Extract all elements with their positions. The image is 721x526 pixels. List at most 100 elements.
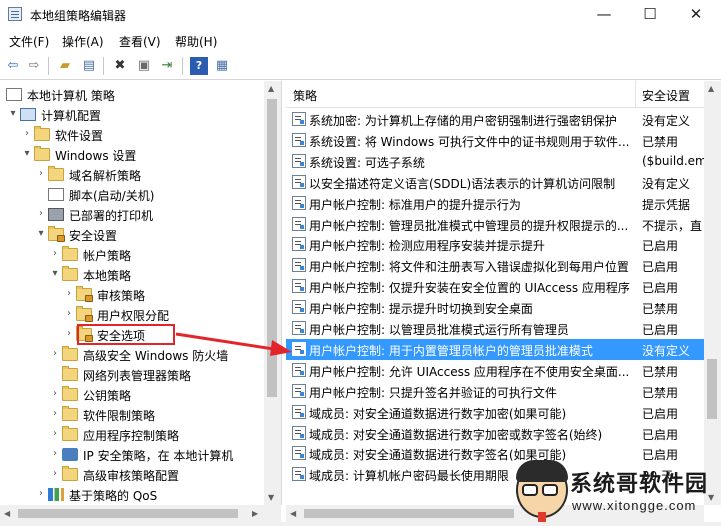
back-arrow-icon[interactable]: ⇦	[4, 57, 22, 75]
tree-item-audit-policy[interactable]: › 审核策略	[0, 285, 265, 305]
tree-item-firewall[interactable]: › 高级安全 Windows 防火墙	[0, 345, 265, 365]
policy-row[interactable]: 用户帐户控制: 标准用户的提升提示行为 提示凭据	[286, 193, 706, 214]
tree-hscroll-thumb[interactable]	[18, 509, 238, 518]
policy-row[interactable]: 以安全描述符定义语言(SDDL)语法表示的计算机访问限制 没有定义	[286, 172, 706, 193]
column-header-security-setting[interactable]: 安全设置	[642, 87, 690, 104]
tree-item-label: 审核策略	[97, 289, 146, 303]
policy-row[interactable]: 用户帐户控制: 检测应用程序安装并提示提升 已启用	[286, 234, 706, 255]
menu-action[interactable]: 操作(A)	[62, 33, 104, 50]
policy-row[interactable]: 用户帐户控制: 只提升签名并验证的可执行文件 已禁用	[286, 381, 706, 402]
tree-horizontal-scrollbar[interactable]: ◀ ▶	[0, 505, 281, 522]
tree-scroll-thumb[interactable]	[267, 99, 277, 397]
menu-help[interactable]: 帮助(H)	[175, 33, 217, 50]
tree-item-public-key[interactable]: › 公钥策略	[0, 385, 265, 405]
collapse-arrow-icon[interactable]: ▾	[50, 268, 60, 279]
delete-icon[interactable]: ✖	[111, 57, 129, 75]
expand-arrow-icon[interactable]: ›	[64, 288, 74, 299]
policy-row[interactable]: 用户帐户控制: 用于内置管理员帐户的管理员批准模式 没有定义	[286, 338, 706, 360]
expand-arrow-icon[interactable]: ›	[22, 128, 32, 139]
expand-arrow-icon[interactable]: ›	[36, 168, 46, 179]
collapse-arrow-icon[interactable]: ▾	[8, 108, 18, 119]
policy-setting-icon	[292, 321, 306, 335]
tree-item-label: 计算机配置	[41, 109, 102, 123]
policy-row[interactable]: 域成员: 对安全通道数据进行数字加密(如果可能) 已启用	[286, 402, 706, 423]
scroll-down-icon[interactable]: ▼	[268, 493, 274, 502]
maximize-button[interactable]: ☐	[627, 0, 673, 30]
minimize-button[interactable]: —	[581, 0, 627, 30]
policy-row[interactable]: 系统设置: 可选子系统 ($build.em	[286, 151, 706, 172]
security-folder-icon	[48, 226, 65, 242]
expand-arrow-icon[interactable]: ›	[64, 308, 74, 319]
menu-file[interactable]: 文件(F)	[9, 33, 49, 50]
policy-row[interactable]: 用户帐户控制: 允许 UIAccess 应用程序在不使用安全桌面... 已禁用	[286, 360, 706, 381]
column-divider[interactable]	[635, 81, 636, 107]
expand-arrow-icon[interactable]: ›	[50, 468, 60, 479]
expand-arrow-icon[interactable]: ›	[50, 408, 60, 419]
show-hide-tree-icon[interactable]: ▤	[80, 57, 98, 75]
tree-item-app-control[interactable]: › 应用程序控制策略	[0, 425, 265, 445]
policy-row[interactable]: 用户帐户控制: 以管理员批准模式运行所有管理员 已启用	[286, 318, 706, 339]
collapse-arrow-icon[interactable]: ▾	[22, 148, 32, 159]
close-button[interactable]: ✕	[673, 0, 719, 30]
export-list-icon[interactable]: ⇥	[158, 57, 176, 75]
policy-setting-icon	[292, 404, 306, 419]
column-header-policy[interactable]: 策略	[293, 87, 317, 104]
tree-item-local-policy[interactable]: 本地计算机 策略	[0, 85, 265, 105]
collapse-arrow-icon[interactable]: ▾	[36, 228, 46, 239]
scroll-left-icon[interactable]: ◀	[4, 509, 10, 518]
policy-row[interactable]: 用户帐户控制: 将文件和注册表写入错误虚拟化到每用户位置 已启用	[286, 255, 706, 276]
tree-item-advanced-audit[interactable]: › 高级审核策略配置	[0, 465, 265, 485]
policy-name: 域成员: 对安全通道数据进行数字加密或数字签名(始终)	[309, 427, 603, 442]
policy-row[interactable]: 域成员: 对安全通道数据进行数字加密或数字签名(始终) 已启用	[286, 423, 706, 444]
tree-item-user-rights[interactable]: › 用户权限分配	[0, 305, 265, 325]
forward-arrow-icon[interactable]: ⇨	[25, 57, 43, 75]
properties-icon[interactable]: ▣	[135, 57, 153, 75]
expand-arrow-icon[interactable]: ›	[36, 488, 46, 499]
expand-arrow-icon[interactable]: ›	[50, 448, 60, 459]
expand-arrow-icon[interactable]: ›	[64, 328, 74, 339]
tree-item-dns-policy[interactable]: › 域名解析策略	[0, 165, 265, 185]
tree-item-security-settings[interactable]: ▾ 安全设置	[0, 225, 265, 245]
tree-vertical-scrollbar[interactable]: ▲ ▼	[264, 81, 281, 505]
mascot-tie	[538, 512, 546, 522]
expand-arrow-icon[interactable]: ›	[50, 388, 60, 399]
menu-view[interactable]: 查看(V)	[119, 33, 161, 50]
security-setting-value: 已启用	[642, 323, 679, 337]
tree-item-software-settings[interactable]: › 软件设置	[0, 125, 265, 145]
policy-doc-icon	[6, 88, 22, 101]
policy-row[interactable]: 用户帐户控制: 提示提升时切换到安全桌面 已禁用	[286, 297, 706, 318]
tree-item-local-policies[interactable]: ▾ 本地策略	[0, 265, 265, 285]
list-vertical-scrollbar[interactable]: ▲ ▼	[704, 81, 721, 505]
security-setting-value: 已启用	[642, 427, 679, 442]
tree-item-software-restriction[interactable]: › 软件限制策略	[0, 405, 265, 425]
expand-arrow-icon[interactable]: ›	[50, 248, 60, 259]
policy-row[interactable]: 系统设置: 将 Windows 可执行文件中的证书规则用于软件... 已禁用	[286, 130, 706, 151]
policy-row[interactable]: 用户帐户控制: 仅提升安装在安全位置的 UIAccess 应用程序 已启用	[286, 276, 706, 297]
tree-item-computer-config[interactable]: ▾ 计算机配置	[0, 105, 265, 125]
list-hscroll-thumb[interactable]	[304, 509, 514, 518]
tree-item-network-list[interactable]: 网络列表管理器策略	[0, 365, 265, 385]
help-icon[interactable]: ?	[190, 57, 208, 75]
expand-arrow-icon[interactable]: ›	[50, 428, 60, 439]
tree-item-ip-security[interactable]: › IP 安全策略，在 本地计算机	[0, 445, 265, 465]
navigation-tree: 本地计算机 策略 ▾ 计算机配置 › 软件设置 ▾ Windows 设置 › 域名解析策略 脚本(…	[0, 81, 282, 505]
tree-item-account-policies[interactable]: › 帐户策略	[0, 245, 265, 265]
scroll-up-icon[interactable]: ▲	[268, 84, 274, 93]
view-icon[interactable]: ▦	[213, 57, 231, 75]
up-folder-icon[interactable]: ▰	[56, 57, 74, 75]
security-setting-value: 没有定义	[642, 114, 691, 128]
list-scroll-thumb[interactable]	[707, 359, 717, 419]
tree-item-windows-settings[interactable]: ▾ Windows 设置	[0, 145, 265, 165]
tree-item-qos[interactable]: › 基于策略的 QoS	[0, 485, 265, 505]
tree-item-scripts[interactable]: 脚本(启动/关机)	[0, 185, 265, 205]
expand-arrow-icon[interactable]: ›	[36, 208, 46, 219]
scroll-right-icon[interactable]: ▶	[252, 509, 258, 518]
policy-row[interactable]: 用户帐户控制: 管理员批准模式中管理员的提升权限提示的... 不提示，直	[286, 214, 706, 235]
scroll-up-icon[interactable]: ▲	[708, 84, 714, 93]
policy-row[interactable]: 系统加密: 为计算机上存储的用户密钥强制进行强密钥保护 没有定义	[286, 109, 706, 130]
scroll-left-icon[interactable]: ◀	[290, 509, 296, 518]
tree-item-printers[interactable]: › 已部署的打印机	[0, 205, 265, 225]
expand-arrow-icon[interactable]: ›	[50, 348, 60, 359]
policy-name: 用户帐户控制: 只提升签名并验证的可执行文件	[309, 385, 557, 400]
policy-name: 用户帐户控制: 提示提升时切换到安全桌面	[309, 302, 533, 317]
